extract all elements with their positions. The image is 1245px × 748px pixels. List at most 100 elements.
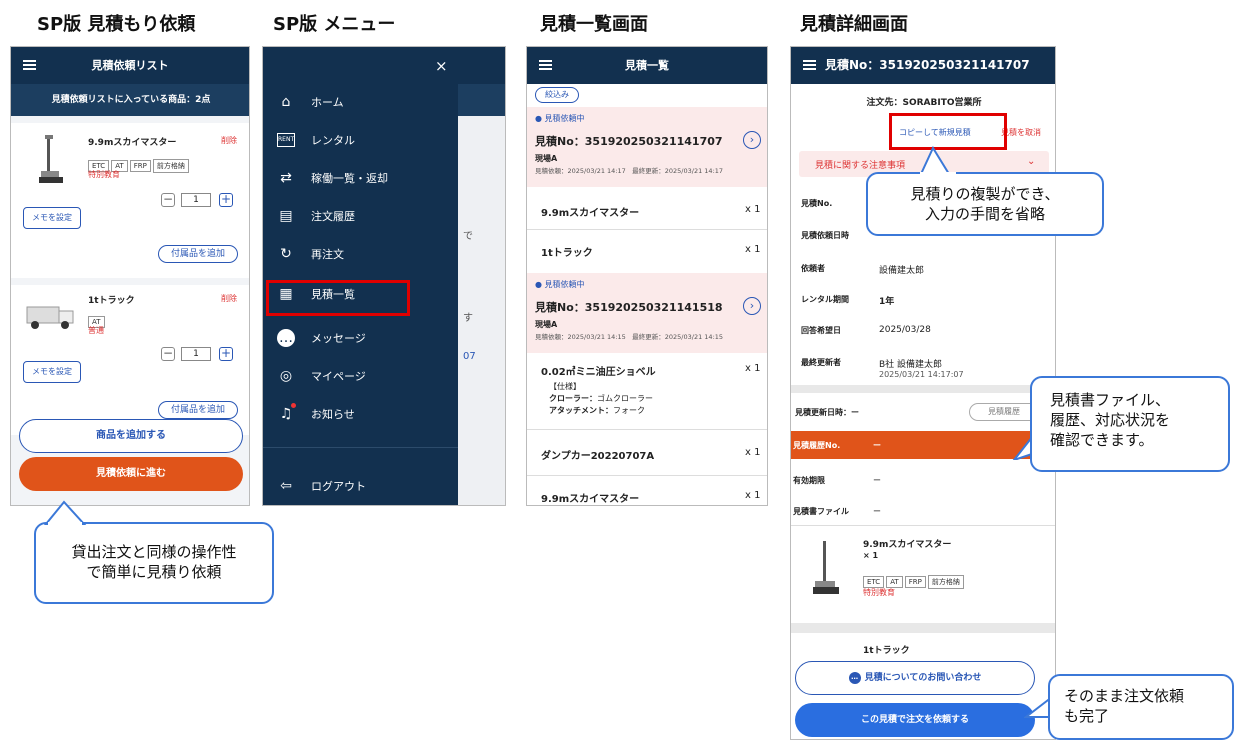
menu-label: マイページ: [311, 370, 366, 383]
callout-history: 見積書ファイル、 履歴、対応状況を 確認できます。: [1030, 376, 1230, 472]
menu-item-message[interactable]: … メッセージ: [263, 319, 458, 357]
row-key: 見積履歴No.: [793, 441, 841, 450]
menu-label: ログアウト: [311, 480, 366, 493]
menu-item-notifications[interactable]: ♫ お知らせ: [263, 395, 458, 433]
phone-estimate-list: 見積一覧 絞込み ● 見積依頼中 見積No：351920250321141707…: [526, 46, 768, 506]
hamburger-icon[interactable]: [539, 60, 552, 70]
spec-key: アタッチメント：: [549, 406, 613, 415]
callout-text: で簡単に見積り依頼: [86, 563, 222, 581]
item-name: 9.9mスカイマスター: [863, 540, 952, 550]
history-button[interactable]: 見積履歴: [969, 403, 1039, 421]
qty-input[interactable]: 1: [181, 347, 211, 361]
menu-item-mypage[interactable]: ◎ マイページ: [263, 357, 458, 395]
row-key: 回答希望日: [801, 326, 841, 335]
menu-label: お知らせ: [311, 408, 355, 421]
row-value: 1年: [879, 297, 895, 307]
inquiry-button[interactable]: … 見積についてのお問い合わせ: [795, 661, 1035, 695]
qty-increase-button[interactable]: +: [219, 347, 233, 361]
section-gap: [791, 385, 1055, 393]
menu-label: メッセージ: [311, 332, 366, 345]
section-title-sp-request: SP版 見積もり依頼: [37, 14, 196, 35]
delete-link[interactable]: 削除: [221, 293, 237, 304]
line-item-qty: x 1: [745, 204, 761, 215]
chevron-right-icon[interactable]: ›: [743, 297, 761, 315]
highlight-copy-link: [889, 113, 1007, 150]
skymaster-image: [801, 539, 851, 599]
list-icon: ▤: [279, 208, 293, 224]
line-item-qty: x 1: [745, 363, 761, 374]
delete-link[interactable]: 削除: [221, 135, 237, 146]
phone-estimate-request: 見積依頼リスト 見積依頼リストに入っている商品：2点 9.9mスカイマスター 削…: [10, 46, 250, 506]
reorder-icon: ↻: [280, 246, 292, 262]
menu-label: レンタル: [311, 134, 355, 147]
memo-button[interactable]: メモを設定: [23, 207, 81, 229]
notice-label: 見積に関する注意事項: [815, 161, 906, 171]
nav-bar: 見積No：351920250321141707: [791, 47, 1055, 84]
header-strip: [458, 47, 505, 84]
cancel-estimate-link[interactable]: 見積を取消: [1001, 127, 1041, 138]
site-name: 現場A: [535, 320, 558, 329]
add-product-button[interactable]: 商品を追加する: [19, 419, 243, 453]
order-from-estimate-button[interactable]: この見積で注文を依頼する: [795, 703, 1035, 737]
spec-key: クローラー：: [549, 394, 597, 403]
close-icon[interactable]: ×: [435, 57, 448, 75]
line-item-name: 0.02㎥ミニ油圧ショベル: [541, 367, 656, 378]
line-item-qty: x 1: [745, 244, 761, 255]
rent-icon: RENT: [277, 133, 295, 147]
chevron-right-icon[interactable]: ›: [743, 131, 761, 149]
hamburger-icon[interactable]: [803, 60, 816, 70]
qty-increase-button[interactable]: +: [219, 193, 233, 207]
row-key: 見積書ファイル: [793, 507, 849, 516]
line-item-name: 1tトラック: [541, 248, 593, 259]
qty-decrease-button[interactable]: −: [161, 193, 175, 207]
menu-item-home[interactable]: ⌂ ホーム: [263, 83, 458, 121]
section-title-sp-menu: SP版 メニュー: [273, 14, 396, 35]
background-text: す: [463, 313, 473, 324]
nav-bar: 見積一覧: [527, 47, 767, 84]
estimate-card[interactable]: ● 見積依頼中 見積No：351920250321141518 › 現場A 見積…: [527, 273, 767, 353]
user-icon: ◎: [279, 368, 293, 384]
spec-heading: 【仕様】: [549, 382, 581, 391]
divider: [791, 525, 1055, 526]
tag-frp: FRP: [904, 576, 926, 588]
inquiry-label: 見積についてのお問い合わせ: [864, 673, 982, 683]
section-gap: [791, 623, 1055, 633]
proceed-request-button[interactable]: 見積依頼に進む: [19, 457, 243, 491]
menu-item-order-history[interactable]: ▤ 注文履歴: [263, 197, 458, 235]
menu-item-operation[interactable]: ⇄ 稼働一覧・返却: [263, 159, 458, 197]
add-accessory-button[interactable]: 付属品を追加: [158, 401, 238, 419]
page-title: 見積No：351920250321141707: [825, 58, 1030, 72]
menu-item-logout[interactable]: ⇦ ログアウト: [263, 467, 458, 505]
skymaster-image: [29, 133, 74, 188]
row-value: ー: [873, 476, 881, 485]
hamburger-icon[interactable]: [23, 60, 36, 70]
filter-button[interactable]: 絞込み: [535, 87, 579, 103]
line-item-name: 9.9mスカイマスター: [541, 208, 640, 219]
callout-copy: 見積りの複製ができ、 入力の手間を省略: [866, 172, 1104, 236]
qty-input[interactable]: 1: [181, 193, 211, 207]
add-accessory-button[interactable]: 付属品を追加: [158, 245, 238, 263]
row-value: ー: [873, 507, 881, 516]
phone-menu: で す 07 × ⌂ ホーム RENT レンタル ⇄ 稼働一覧・返却 ▤ 注文履歴 ↻ 再…: [262, 46, 506, 506]
menu-label: ホーム: [311, 96, 344, 109]
history-time: 見積更新日時：ー: [795, 408, 859, 417]
chevron-down-icon[interactable]: ⌄: [1027, 156, 1035, 167]
memo-button[interactable]: メモを設定: [23, 361, 81, 383]
background-text: 07: [463, 351, 476, 362]
divider: [263, 447, 458, 448]
tag-front: 前方格納: [152, 159, 189, 173]
home-icon: ⌂: [281, 94, 291, 110]
row-key: 見積依頼日時: [801, 231, 849, 240]
row-value: ー: [873, 441, 881, 450]
menu-item-reorder[interactable]: ↻ 再注文: [263, 235, 458, 273]
cart-item-card: 9.9mスカイマスター 削除 ETC AT FRP 前方格納 特別教育 − 1 + メ…: [11, 123, 249, 278]
row-key: 見積No.: [801, 199, 833, 208]
line-item-name: 9.9mスカイマスター: [541, 494, 640, 505]
highlight-estimate-menu: [266, 280, 410, 316]
menu-item-rental[interactable]: RENT レンタル: [263, 121, 458, 159]
cart-count-banner: 見積依頼リストに入っている商品：2点: [11, 84, 249, 116]
menu-label: 注文履歴: [311, 210, 355, 223]
license-note: 特別教育: [863, 588, 895, 597]
estimate-card[interactable]: ● 見積依頼中 見積No：351920250321141707 › 現場A 見積…: [527, 107, 767, 187]
qty-decrease-button[interactable]: −: [161, 347, 175, 361]
